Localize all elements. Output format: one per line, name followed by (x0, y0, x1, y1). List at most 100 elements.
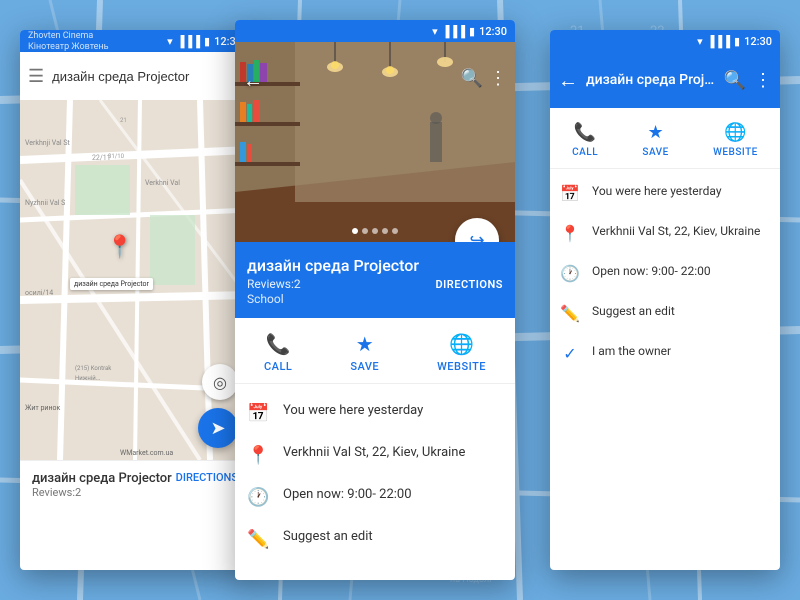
info-address: 📍 Verkhnii Val St, 22, Kiev, Ukraine (235, 434, 515, 476)
right-info-visited: 📅 You were here yesterday (550, 173, 780, 213)
dot-2 (362, 228, 368, 234)
calendar-icon: 📅 (247, 403, 269, 424)
right-status-bar: ▾ ▐▐▐ ▮ 12:30 (550, 30, 780, 52)
right-signal-icon: ▐▐▐ (707, 35, 730, 48)
left-panel: Zhovten CinemaКінотеатр Жовтень ▾ ▐▐▐ ▮ … (20, 30, 250, 570)
mid-battery-icon: ▮ (469, 25, 475, 38)
star-icon: ★ (356, 332, 374, 356)
right-search-button[interactable]: 🔍 (724, 70, 746, 91)
right-info-edit[interactable]: ✏️ Suggest an edit (550, 293, 780, 333)
right-info-visited-text: You were here yesterday (592, 183, 722, 200)
svg-text:WMarket.com.ua: WMarket.com.ua (120, 449, 173, 457)
call-label: CALL (264, 360, 292, 373)
svg-text:Жит ринок: Жит ринок (25, 404, 60, 412)
svg-text:31/10: 31/10 (108, 153, 125, 160)
location-icon: 📍 (247, 445, 269, 466)
mid-more-button[interactable]: ⋮ (489, 68, 507, 89)
right-info-address-text: Verkhnii Val St, 22, Kiev, Ukraine (592, 223, 760, 240)
right-save-button[interactable]: ★ SAVE (642, 122, 668, 158)
svg-text:Verkhnji Val St: Verkhnji Val St (25, 139, 70, 147)
right-call-icon: 📞 (574, 122, 596, 143)
right-wifi-icon: ▾ (697, 35, 703, 48)
info-edit[interactable]: ✏️ Suggest an edit (235, 518, 515, 560)
info-hours-text: Open now: 9:00- 22:00 (283, 486, 412, 504)
mid-wifi-icon: ▾ (432, 25, 438, 38)
image-dots (352, 228, 398, 234)
left-reviews: Reviews:2 (32, 486, 238, 499)
right-save-label: SAVE (642, 147, 668, 158)
left-status-bar: Zhovten CinemaКінотеатр Жовтень ▾ ▐▐▐ ▮ … (20, 30, 250, 52)
right-clock-icon: 🕐 (560, 264, 580, 283)
dot-1 (352, 228, 358, 234)
map-area[interactable]: Verkhnji Val St Nyzhnii Val S Verkhni Va… (20, 100, 250, 460)
svg-text:21: 21 (120, 117, 127, 124)
right-battery-icon: ▮ (734, 35, 740, 48)
dot-4 (382, 228, 388, 234)
right-edit-icon: ✏️ (560, 304, 580, 323)
mid-directions-btn[interactable]: DIRECTIONS (435, 278, 503, 291)
right-more-button[interactable]: ⋮ (754, 70, 772, 91)
right-call-label: CALL (572, 147, 598, 158)
website-button[interactable]: 🌐 WEBSITE (437, 332, 486, 373)
mid-search-button[interactable]: 🔍 (461, 68, 483, 89)
edit-icon: ✏️ (247, 529, 269, 550)
right-back-button[interactable]: ← (558, 68, 578, 93)
right-call-button[interactable]: 📞 CALL (572, 122, 598, 158)
mid-panel: ▾ ▐▐▐ ▮ 12:30 (235, 20, 515, 580)
mid-place-name: дизайн среда Projector (247, 256, 503, 275)
svg-text:Verkhni Val: Verkhni Val (145, 179, 180, 187)
save-label: SAVE (350, 360, 379, 373)
left-battery-icon: ▮ (204, 35, 210, 48)
right-info-address: 📍 Verkhnii Val St, 22, Kiev, Ukraine (550, 213, 780, 253)
svg-text:Nyzhnii Val S: Nyzhnii Val S (25, 199, 65, 207)
right-info-edit-text: Suggest an edit (592, 303, 675, 320)
left-cinema-text: Zhovten CinemaКінотеатр Жовтень (28, 31, 109, 52)
mid-category: School (247, 292, 503, 306)
mid-back-button[interactable]: ← (243, 68, 263, 93)
svg-text:(215) Kontrak: (215) Kontrak (75, 365, 112, 372)
info-hours: 🕐 Open now: 9:00- 22:00 (235, 476, 515, 518)
right-info-owner[interactable]: ✓ I am the owner (550, 333, 780, 373)
save-button[interactable]: ★ SAVE (350, 332, 379, 373)
info-edit-text: Suggest an edit (283, 528, 373, 546)
right-check-icon: ✓ (560, 344, 580, 363)
mid-status-bar: ▾ ▐▐▐ ▮ 12:30 (235, 20, 515, 42)
right-panel: ▾ ▐▐▐ ▮ 12:30 ← дизайн среда Proj… 🔍 ⋮ 📞… (550, 30, 780, 570)
right-info-hours-text: Open now: 9:00- 22:00 (592, 263, 711, 280)
clock-icon: 🕐 (247, 487, 269, 508)
website-label: WEBSITE (437, 360, 486, 373)
right-title: дизайн среда Proj… (586, 72, 716, 88)
mid-reviews-row: Reviews:2 DIRECTIONS (247, 277, 503, 291)
mid-signal-icon: ▐▐▐ (442, 25, 465, 38)
menu-icon[interactable]: ☰ (28, 66, 44, 87)
right-location-icon: 📍 (560, 224, 580, 243)
call-icon: 📞 (266, 332, 291, 356)
left-signal-icon: ▐▐▐ (177, 35, 200, 48)
right-info-owner-text: I am the owner (592, 343, 671, 360)
info-visited: 📅 You were here yesterday (235, 392, 515, 434)
mid-header-image: ← 🔍 ⋮ ↪ (235, 42, 515, 242)
directions-fab[interactable]: ➤ (198, 408, 238, 448)
right-info-list: 📅 You were here yesterday 📍 Verkhnii Val… (550, 169, 780, 377)
pin-label: дизайн среда Projector (70, 278, 153, 290)
call-button[interactable]: 📞 CALL (264, 332, 292, 373)
left-wifi-icon: ▾ (167, 35, 173, 48)
right-globe-icon: 🌐 (724, 122, 746, 143)
dot-3 (372, 228, 378, 234)
search-input[interactable] (52, 69, 228, 84)
mid-info-list: 📅 You were here yesterday 📍 Verkhnii Val… (235, 384, 515, 568)
right-website-button[interactable]: 🌐 WEBSITE (713, 122, 758, 158)
right-website-label: WEBSITE (713, 147, 758, 158)
left-status-left: Zhovten CinemaКінотеатр Жовтень (28, 30, 163, 52)
left-directions-link[interactable]: DIRECTIONS (176, 471, 238, 484)
location-button[interactable]: ◎ (202, 364, 238, 400)
globe-icon: 🌐 (449, 332, 474, 356)
right-calendar-icon: 📅 (560, 184, 580, 203)
map-pin[interactable]: 📍 (106, 235, 133, 260)
right-star-icon: ★ (648, 122, 664, 143)
mid-time: 12:30 (479, 25, 507, 38)
mid-reviews: Reviews:2 (247, 277, 301, 291)
mid-info-section: дизайн среда Projector Reviews:2 DIRECTI… (235, 242, 515, 318)
info-visited-text: You were here yesterday (283, 402, 423, 420)
left-search-bar: ☰ ✕ 🎤 (20, 52, 250, 100)
